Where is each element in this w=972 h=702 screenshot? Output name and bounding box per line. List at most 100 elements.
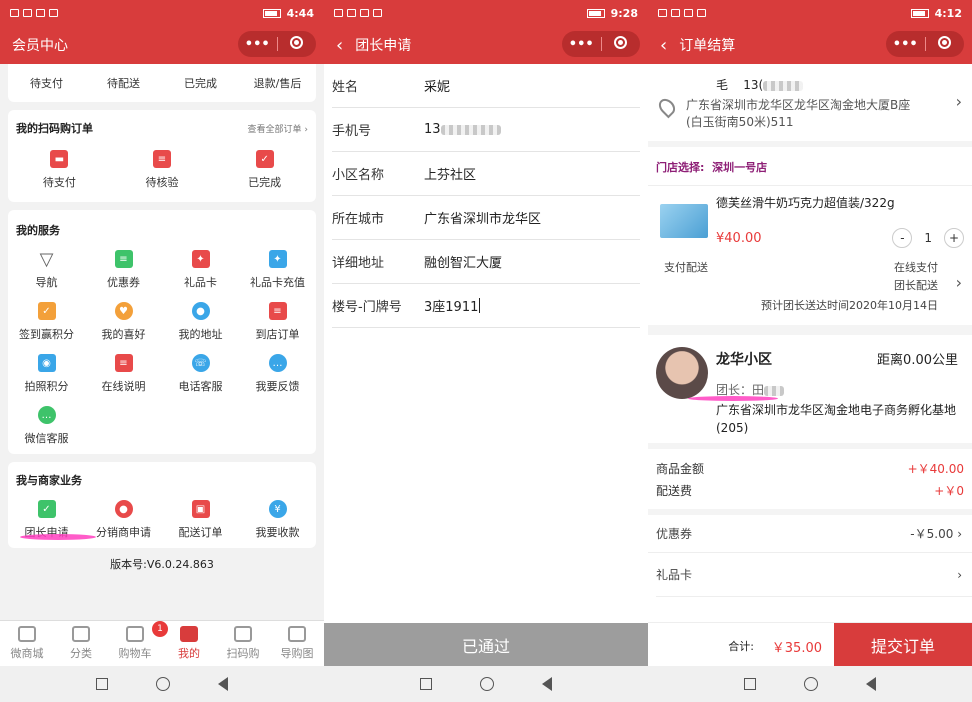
gift-card-row[interactable]: 礼品卡 › — [656, 553, 972, 597]
money-bag-icon: ¥ — [268, 500, 287, 518]
order-pending-delivery[interactable]: 待配送 — [85, 75, 162, 91]
recents-icon[interactable] — [420, 678, 432, 690]
scan-pending-verify[interactable]: ≡ 待核验 — [111, 144, 214, 192]
recents-icon[interactable] — [744, 678, 756, 690]
tab-category[interactable]: 分类 — [54, 621, 108, 666]
section-title: 我与商家业务 — [16, 474, 82, 487]
mini-program-capsule[interactable]: ••• — [886, 31, 964, 57]
address-block[interactable]: 毛 13( 广东省深圳市龙华区龙华区淘金地大厦B座(白玉街南50米)511 › — [648, 64, 972, 141]
close-miniprogram-icon[interactable] — [614, 35, 628, 49]
location-pin-icon — [655, 95, 679, 119]
recents-icon[interactable] — [96, 678, 108, 690]
back-nav-icon[interactable] — [218, 677, 228, 691]
back-nav-icon[interactable] — [542, 677, 552, 691]
ship-label: 支付配送 — [664, 261, 708, 274]
goods-amount: +￥40.00 — [907, 461, 964, 476]
product-name: 德芙丝滑牛奶巧克力超值装/322g — [716, 196, 895, 210]
close-miniprogram-icon[interactable] — [290, 35, 304, 49]
view-all-orders-link[interactable]: 查看全部订单 › — [248, 122, 308, 135]
receive-payment[interactable]: ¥ 我要收款 — [239, 494, 316, 542]
quantity-stepper: -1 + — [892, 228, 964, 248]
name-field[interactable]: 姓名 采妮 — [332, 64, 640, 108]
coupon-row[interactable]: 优惠券 -￥5.00 › — [648, 509, 972, 553]
signal-icon — [658, 9, 706, 17]
merchant-card: 我与商家业务 ✓ 团长申请 ● 分销商申请 ▣ 配送订单 ¥ 我要收款 — [8, 462, 316, 548]
status-time: 4:12 — [934, 6, 962, 20]
camera-icon: ◉ — [37, 354, 56, 372]
service-store-orders[interactable]: ≡ 到店订单 — [239, 296, 316, 344]
coupon-amount: -￥5.00 — [910, 527, 954, 541]
grid-icon — [72, 626, 90, 642]
chevron-right-icon: › — [957, 527, 962, 541]
service-favorites[interactable]: ♥ 我的喜好 — [85, 296, 162, 344]
increase-button[interactable]: + — [944, 228, 964, 248]
price-summary: 商品金额 +￥40.00 配送费 +￥0 — [648, 443, 972, 509]
service-address[interactable]: ● 我的地址 — [162, 296, 239, 344]
submit-order-button[interactable]: 提交订单 — [834, 623, 972, 667]
service-gift-card-topup[interactable]: ✦ 礼品卡充值 — [239, 244, 316, 292]
coupon-icon: ≡ — [114, 250, 133, 268]
close-miniprogram-icon[interactable] — [938, 35, 952, 49]
room-number-field[interactable]: 楼号-门牌号 3座1911 — [332, 284, 640, 328]
wechat-icon: … — [37, 406, 56, 424]
back-nav-icon[interactable] — [866, 677, 876, 691]
tab-cart[interactable]: 购物车 1 — [108, 621, 168, 666]
total-amount: ￥35.00 — [771, 641, 822, 656]
order-completed[interactable]: 已完成 — [162, 75, 239, 91]
tab-mine[interactable]: 我的 — [162, 621, 216, 666]
home-icon[interactable] — [156, 677, 170, 691]
goods-label: 商品金额 — [656, 461, 705, 476]
store-selector[interactable]: 门店选择: 深圳一号店 — [648, 141, 972, 185]
community-field[interactable]: 小区名称 上芬社区 — [332, 152, 640, 196]
decrease-button[interactable]: - — [892, 228, 913, 248]
recipient-phone: 13( — [743, 78, 764, 92]
service-gift-card[interactable]: ✦ 礼品卡 — [162, 244, 239, 292]
back-arrow-icon[interactable]: ‹ — [660, 35, 667, 56]
home-icon[interactable] — [480, 677, 494, 691]
service-navigation[interactable]: ▽ 导航 — [8, 244, 85, 292]
distributor-apply[interactable]: ● 分销商申请 — [85, 494, 162, 542]
status-bar: 9:28 — [324, 0, 648, 26]
version-label: 版本号:V6.0.24.863 — [110, 558, 214, 571]
service-photo-points[interactable]: ◉ 拍照积分 — [8, 348, 85, 396]
checkout-screen: 4:12 ‹ 订单结算 ••• 毛 13( 广东省深圳市龙华区龙华区淘金地大厦B… — [648, 0, 972, 702]
more-icon[interactable]: ••• — [238, 37, 277, 52]
delivery-method[interactable]: 支付配送 在线支付 团长配送 › 预计团长送达时间2020年10月14日 — [648, 255, 972, 325]
page-title: 会员中心 — [12, 38, 68, 54]
more-icon[interactable]: ••• — [562, 37, 601, 52]
calendar-check-icon: ✓ — [255, 150, 274, 168]
mini-program-capsule[interactable]: ••• — [238, 31, 316, 57]
ship-method: 团长配送 — [894, 279, 938, 292]
service-feedback[interactable]: … 我要反馈 — [239, 348, 316, 396]
gift-card-icon: ✦ — [191, 250, 210, 268]
scan-pending-payment[interactable]: ▬ 待支付 — [8, 144, 111, 192]
service-checkin[interactable]: ✓ 签到赢积分 — [8, 296, 85, 344]
delivery-orders[interactable]: ▣ 配送订单 — [162, 494, 239, 542]
service-help[interactable]: ≡ 在线说明 — [85, 348, 162, 396]
mini-program-capsule[interactable]: ••• — [562, 31, 640, 57]
service-coupon[interactable]: ≡ 优惠券 — [85, 244, 162, 292]
tab-guide-map[interactable]: 导购图 — [270, 621, 324, 666]
tab-mall[interactable]: 微商城 — [0, 621, 54, 666]
address-field[interactable]: 详细地址 融创智汇大厦 — [332, 240, 640, 284]
signal-icon — [334, 9, 382, 17]
phone-field[interactable]: 手机号 13 — [332, 108, 640, 152]
scan-completed[interactable]: ✓ 已完成 — [213, 144, 316, 192]
store-icon — [18, 626, 36, 642]
tab-scan-buy[interactable]: 扫码购 — [216, 621, 270, 666]
cart-icon — [126, 626, 144, 642]
service-phone-support[interactable]: ☏ 电话客服 — [162, 348, 239, 396]
back-arrow-icon[interactable]: ‹ — [336, 35, 343, 56]
more-icon[interactable]: ••• — [886, 37, 925, 52]
city-field[interactable]: 所在城市 广东省深圳市龙华区 — [332, 196, 640, 240]
eta-text: 预计团长送达时间2020年10月14日 — [761, 299, 938, 312]
service-wechat-support[interactable]: … 微信客服 — [8, 400, 85, 448]
order-pending-payment[interactable]: 待支付 — [8, 75, 85, 91]
title-bar: 会员中心 ••• — [0, 26, 324, 64]
order-refund[interactable]: 退款/售后 — [239, 75, 316, 91]
home-icon[interactable] — [804, 677, 818, 691]
order-list-icon: ≡ — [268, 302, 287, 320]
recipient-name: 毛 — [716, 78, 729, 92]
leader-area: 龙华小区 — [716, 352, 772, 368]
approved-button[interactable]: 已通过 — [324, 623, 648, 666]
